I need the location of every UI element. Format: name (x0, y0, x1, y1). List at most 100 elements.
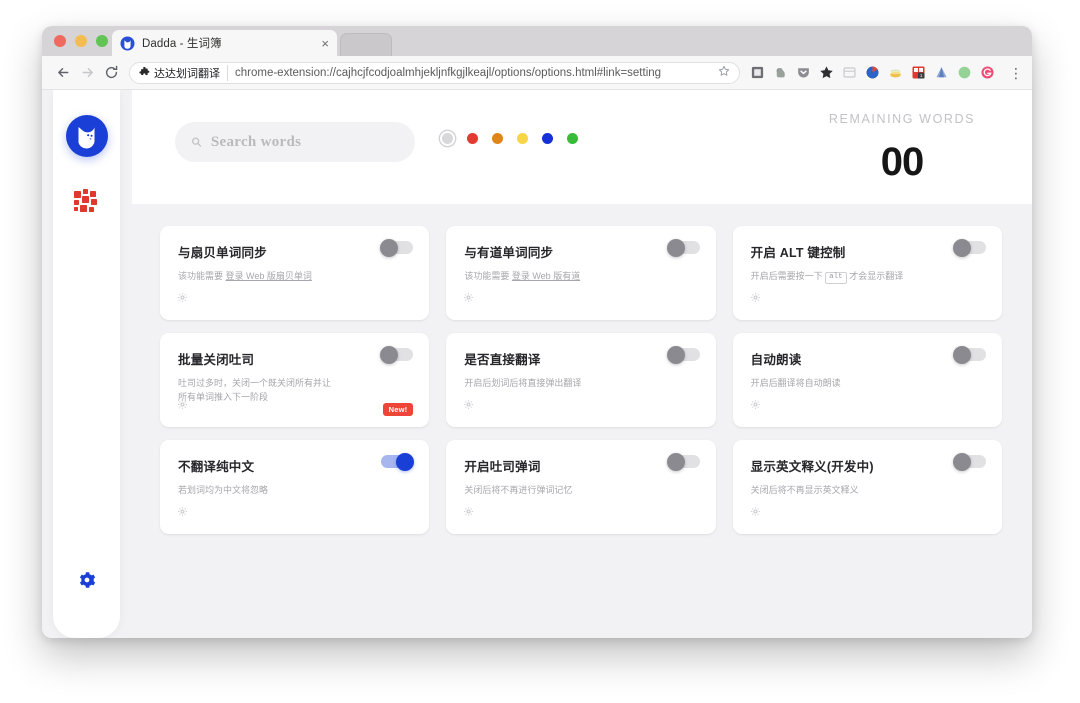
description-text: 该功能需要 (178, 271, 226, 281)
address-bar[interactable]: 达达划词翻译 chrome-extension://cajhcjfcodjoal… (129, 61, 740, 84)
grid-icon (73, 189, 97, 212)
toggle-knob (666, 238, 685, 257)
search-icon (191, 137, 202, 147)
setting-toggle[interactable] (380, 345, 414, 364)
setting-card: 与有道单词同步该功能需要 登录 Web 版有道 (446, 226, 716, 320)
description-line: 开启后划词后将直接弹出翻译 (464, 378, 582, 388)
browser-window: Dadda - 生词簿 × 达达划词翻译 chrome-extension://… (42, 26, 1032, 638)
tab-strip: Dadda - 生词簿 × (42, 26, 1032, 56)
extension-icons-tray: 1 ⋮ (748, 65, 1023, 80)
filter-red-dot[interactable] (467, 133, 478, 144)
setting-card: 不翻译纯中文 若划词均为中文将忽略 (160, 440, 430, 534)
setting-toggle[interactable] (953, 238, 986, 257)
maximize-window-button[interactable] (96, 35, 108, 47)
card-gear-icon[interactable] (750, 397, 761, 415)
bookmark-star-icon[interactable] (819, 65, 834, 80)
setting-toggle[interactable] (953, 452, 986, 471)
setting-card-description: 开启后划词后将直接弹出翻译 (464, 377, 697, 391)
description-line: 所有单词推入下一阶段 (178, 391, 269, 402)
minimize-window-button[interactable] (75, 35, 87, 47)
setting-card: 开启 ALT 键控制 开启后需要按一下 alt 才会显示翻译 (732, 226, 1002, 320)
dadda-cat-logo[interactable] (65, 115, 108, 157)
setting-card-description: 该功能需要 登录 Web 版扇贝单词 (178, 270, 411, 284)
description-text: 开启后需要按一下 (750, 271, 826, 281)
description-text: 该功能需要 (464, 271, 512, 281)
filter-green-dot[interactable] (567, 133, 578, 144)
setting-toggle[interactable] (381, 452, 415, 471)
toggle-knob (380, 345, 399, 364)
setting-toggle[interactable] (380, 238, 414, 257)
analytics-icon[interactable] (934, 65, 949, 80)
setting-card: 开启吐司弹词 关闭后将不再进行弹词记忆 (446, 440, 716, 534)
sidebar-item-settings[interactable] (67, 560, 107, 600)
card-gear-icon[interactable] (463, 397, 474, 415)
card-gear-icon[interactable] (177, 397, 188, 415)
sidebar-nav (67, 183, 107, 223)
tab-manager-icon[interactable]: 1 (911, 65, 926, 80)
card-gear-icon[interactable] (750, 504, 761, 522)
reading-list-icon[interactable] (750, 65, 765, 80)
evernote-icon[interactable] (773, 65, 788, 80)
window-traffic-lights (54, 35, 108, 47)
setting-card-title: 批量关闭吐司 (178, 353, 255, 367)
filter-blue-dot[interactable] (542, 133, 553, 144)
browser-toolbar: 达达划词翻译 chrome-extension://cajhcjfcodjoal… (42, 56, 1032, 90)
search-input[interactable] (210, 133, 399, 151)
description-link[interactable]: 登录 Web 版有道 (512, 271, 580, 281)
card-gear-icon[interactable] (177, 504, 188, 522)
filter-orange-dot[interactable] (492, 133, 503, 144)
grammarly-icon[interactable] (980, 65, 995, 80)
notes-icon[interactable] (842, 65, 857, 80)
setting-card-title: 与有道单词同步 (464, 246, 554, 260)
color-filter-group (442, 133, 578, 144)
reload-icon[interactable] (99, 61, 123, 85)
card-gear-icon[interactable] (463, 504, 474, 522)
setting-card-title: 自动朗读 (750, 353, 802, 367)
honey-icon[interactable] (888, 65, 903, 80)
filter-all-dot[interactable] (442, 133, 453, 144)
green-circle-icon[interactable] (957, 65, 972, 80)
dadda-logo-icon (120, 36, 135, 51)
url-text: chrome-extension://cajhcjfcodjoalmhjeklj… (235, 66, 662, 79)
extension-origin-chip: 达达划词翻译 (139, 64, 228, 81)
setting-card-title: 开启 ALT 键控制 (750, 246, 846, 260)
close-tab-button[interactable]: × (321, 37, 329, 50)
extension-options-page: REMAINING WORDS 00 与扇贝单词同步该功能需要 登录 Web 版… (42, 90, 1032, 638)
toggle-knob (666, 452, 685, 471)
colorzilla-icon[interactable] (865, 65, 880, 80)
setting-toggle[interactable] (666, 238, 700, 257)
sidebar-item-wordbook-grid[interactable] (67, 183, 107, 223)
svg-text:1: 1 (920, 73, 923, 78)
setting-card-description: 关闭后将不再显示英文释义 (751, 484, 984, 498)
close-window-button[interactable] (54, 35, 66, 47)
setting-toggle[interactable] (666, 452, 700, 471)
back-arrow-icon[interactable] (51, 61, 75, 85)
toggle-knob (380, 238, 399, 257)
filter-yellow-dot[interactable] (517, 133, 528, 144)
setting-card: 批量关闭吐司吐司过多时，关闭一个既关闭所有并让 所有单词推入下一阶段 New! (160, 333, 430, 427)
setting-toggle[interactable] (666, 345, 700, 364)
setting-card: 是否直接翻译 开启后划词后将直接弹出翻译 (446, 333, 716, 427)
settings-card-grid: 与扇贝单词同步 该功能需要 登录 Web 版扇贝单词 与有道单词同步 该功能需要 登录… (132, 204, 1032, 534)
gear-icon (79, 572, 95, 588)
setting-card: 显示英文释义(开发中) 关闭后将不再显示英文释义 (732, 440, 1002, 534)
setting-card-title: 显示英文释义(开发中) (750, 460, 874, 474)
star-icon[interactable] (718, 64, 730, 82)
toggle-knob (953, 452, 971, 471)
search-box[interactable] (175, 122, 415, 162)
new-tab-button[interactable] (340, 33, 392, 56)
setting-card-description: 吐司过多时，关闭一个既关闭所有并让 所有单词推入下一阶段 (178, 377, 411, 405)
card-gear-icon[interactable] (177, 290, 188, 308)
browser-menu-button[interactable]: ⋮ (1009, 66, 1023, 80)
card-gear-icon[interactable] (750, 290, 761, 308)
toggle-knob (396, 452, 415, 471)
card-gear-icon[interactable] (463, 290, 474, 308)
description-text-suffix: 才会显示翻译 (846, 271, 904, 281)
setting-card-description: 关闭后将不再进行弹词记忆 (464, 484, 697, 498)
browser-tab-active[interactable]: Dadda - 生词簿 × (112, 30, 337, 56)
pocket-icon[interactable] (796, 65, 811, 80)
description-link[interactable]: 登录 Web 版扇贝单词 (226, 271, 312, 281)
setting-toggle[interactable] (953, 345, 986, 364)
remaining-words-label: REMAINING WORDS (828, 112, 976, 126)
new-badge: New! (382, 402, 414, 416)
